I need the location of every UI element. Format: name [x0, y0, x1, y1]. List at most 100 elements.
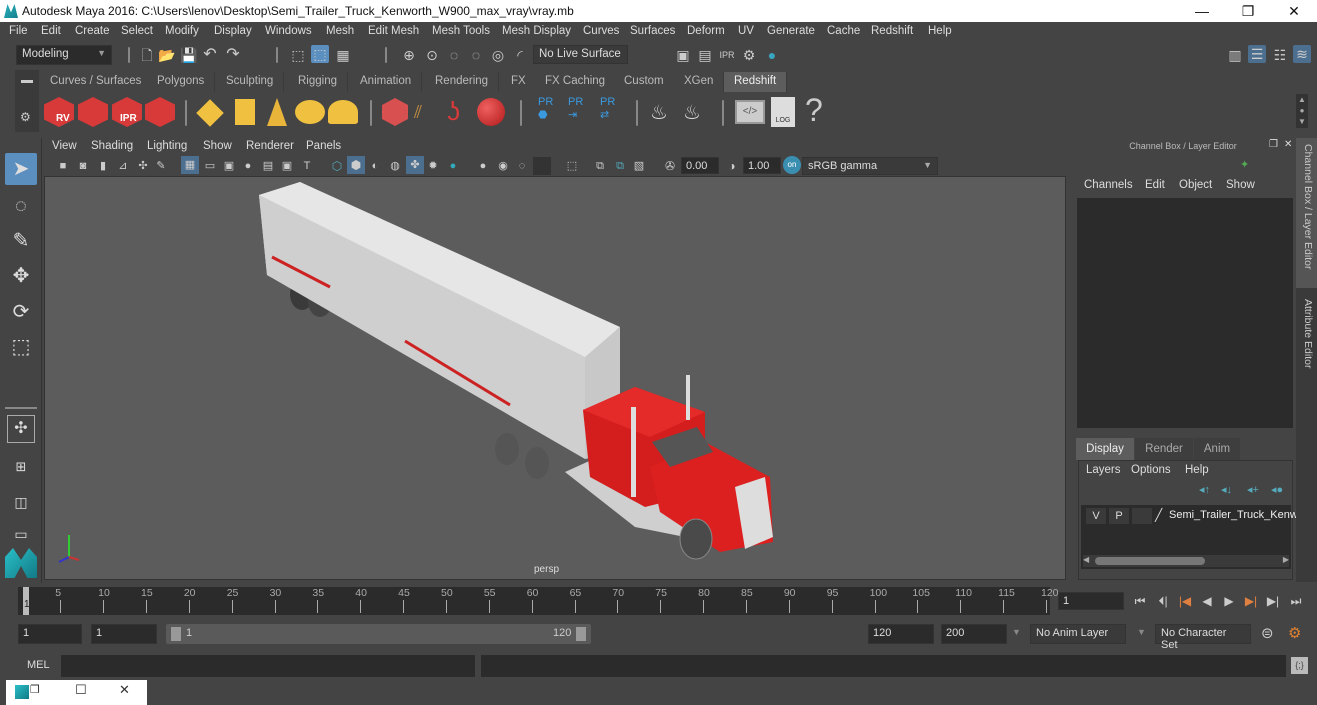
select-hierarchy-icon[interactable]: ⬚	[289, 46, 307, 64]
grid-toggle-icon[interactable]: ▦	[181, 156, 199, 174]
gamma-icon[interactable]: ◑	[723, 157, 741, 175]
menu-windows[interactable]: Windows	[265, 25, 312, 37]
float-panel-icon[interactable]: ❐	[1269, 139, 1278, 150]
range-start-handle[interactable]	[171, 627, 181, 641]
panel-menu-lighting[interactable]: Lighting	[147, 140, 187, 152]
layer-color-swatch[interactable]: ╱	[1155, 508, 1162, 522]
shelf-settings-gear-icon[interactable]: ⚙	[20, 110, 31, 124]
layer-playback-toggle[interactable]: P	[1109, 508, 1129, 524]
layer-display-type-toggle[interactable]	[1132, 508, 1152, 524]
script-editor-icon[interactable]: </>	[735, 100, 765, 124]
xray-icon[interactable]: ⬚	[563, 157, 581, 175]
shelf-tab-menu-icon[interactable]	[21, 80, 33, 83]
close-panel-icon[interactable]: ✕	[1284, 139, 1292, 150]
menu-file[interactable]: File	[9, 25, 28, 37]
layer-tab-render[interactable]: Render	[1135, 438, 1193, 460]
shelf-tab-xgen[interactable]: XGen	[674, 72, 725, 92]
layer-row[interactable]: V P ╱ Semi_Trailer_Truck_Kenw	[1084, 508, 1298, 526]
safe-action-icon[interactable]: ▣	[278, 157, 296, 175]
pr-swap-icon[interactable]: PR ⇄	[600, 96, 615, 121]
step-forward-frame-icon[interactable]: ▶|	[1264, 593, 1282, 609]
snap-live-icon[interactable]: ◎	[489, 46, 507, 64]
camera-select-icon[interactable]: ■	[54, 157, 72, 175]
range-slider[interactable]: 1 120	[166, 624, 591, 644]
bake-multiple-icon[interactable]: ♨	[650, 100, 668, 125]
cb-menu-edit[interactable]: Edit	[1145, 179, 1165, 191]
panel-menu-panels[interactable]: Panels	[306, 140, 341, 152]
single-perspective-layout-icon[interactable]: ✣	[7, 415, 35, 443]
use-all-lights-icon[interactable]: ✤	[406, 156, 424, 174]
gate-mask-icon[interactable]: ●	[239, 157, 257, 175]
rs-hair-icon[interactable]: ⫽	[414, 102, 422, 123]
menu-mesh[interactable]: Mesh	[326, 25, 354, 37]
go-to-end-icon[interactable]: ⏭	[1287, 593, 1305, 609]
anim-layer-dropdown[interactable]: No Anim Layer	[1030, 624, 1126, 644]
move-layer-down-icon[interactable]: ◂↓	[1221, 483, 1232, 496]
auto-key-icon[interactable]: ⊜	[1261, 624, 1274, 642]
shelf-tab-animation[interactable]: Animation	[350, 72, 423, 92]
select-component-icon[interactable]: ▦	[334, 46, 352, 64]
wireframe-icon[interactable]: ⬡	[328, 157, 346, 175]
scroll-thumb[interactable]	[1095, 557, 1205, 565]
new-layer-selected-icon[interactable]: ◂●	[1271, 483, 1283, 496]
live-surface-field[interactable]: No Live Surface	[533, 45, 628, 64]
play-forwards-icon[interactable]: ▶	[1220, 593, 1238, 609]
menu-set-dropdown[interactable]: Modeling ▼	[16, 45, 112, 65]
rs-spot-light-icon[interactable]	[267, 98, 287, 126]
shelf-scroll[interactable]: ▲ ● ▼	[1296, 94, 1308, 128]
xray-joints-icon[interactable]: ⧉	[591, 157, 609, 175]
gamma-field[interactable]: 1.00	[743, 157, 781, 174]
redshift-settings-icon[interactable]	[145, 97, 175, 127]
snap-point-icon[interactable]: ◌	[445, 46, 463, 64]
menu-edit-mesh[interactable]: Edit Mesh	[368, 25, 419, 37]
two-pane-layout-icon[interactable]: ◫	[5, 486, 37, 518]
motion-blur-icon[interactable]: ●	[474, 157, 492, 175]
channel-box-toggle-icon[interactable]: ≋	[1293, 45, 1311, 63]
menu-mesh-display[interactable]: Mesh Display	[502, 25, 571, 37]
animation-start-field[interactable]: 1	[18, 624, 82, 644]
save-scene-icon[interactable]: 💾	[180, 46, 198, 64]
layer-tab-display[interactable]: Display	[1076, 438, 1134, 460]
layer-name[interactable]: Semi_Trailer_Truck_Kenw	[1169, 509, 1298, 521]
menu-mesh-tools[interactable]: Mesh Tools	[432, 25, 490, 37]
hud-icon[interactable]: ▧	[630, 157, 648, 175]
play-backwards-icon[interactable]: ◀	[1198, 593, 1216, 609]
minimize-button[interactable]: —	[1179, 0, 1225, 22]
menu-help[interactable]: Help	[928, 25, 952, 37]
close-button[interactable]: ✕	[1271, 0, 1317, 22]
exposure-icon[interactable]: ✇	[661, 157, 679, 175]
shelf-tab-rigging[interactable]: Rigging	[288, 72, 348, 92]
paint-select-tool-icon[interactable]: ✎	[5, 225, 37, 257]
side-tab-attribute-editor[interactable]: Attribute Editor	[1296, 293, 1317, 393]
layer-menu-help[interactable]: Help	[1185, 464, 1209, 476]
isolate-select-icon[interactable]	[533, 157, 551, 175]
cb-menu-show[interactable]: Show	[1226, 179, 1255, 191]
smooth-shade-icon[interactable]: ⬢	[347, 156, 365, 174]
multisample-aa-icon[interactable]: ◉	[494, 157, 512, 175]
chevron-down-icon[interactable]: ▼	[1012, 627, 1021, 637]
grease-pencil-icon[interactable]: ✎	[152, 157, 170, 175]
shelf-tab-polygons[interactable]: Polygons	[147, 72, 216, 92]
four-view-layout-icon[interactable]: ⊞	[5, 451, 37, 483]
layer-visibility-toggle[interactable]: V	[1086, 508, 1106, 524]
rs-proxy-icon[interactable]	[382, 98, 408, 126]
field-chart-icon[interactable]: ▤	[259, 157, 277, 175]
layer-horizontal-scrollbar[interactable]: ◀ ▶	[1083, 555, 1289, 567]
menu-deform[interactable]: Deform	[687, 25, 725, 37]
shelf-tab-fx[interactable]: FX	[501, 72, 537, 92]
attribute-editor-toggle-icon[interactable]: ☰	[1248, 45, 1266, 63]
animation-end-field[interactable]: 200	[941, 624, 1007, 644]
lasso-tool-icon[interactable]: ◌	[5, 190, 37, 222]
rs-sun-sky-icon[interactable]	[328, 100, 358, 124]
tool-settings-icon[interactable]: ☷	[1271, 46, 1289, 64]
view-transform-dropdown[interactable]: sRGB gamma ▼	[802, 157, 938, 175]
menu-surfaces[interactable]: Surfaces	[630, 25, 675, 37]
scroll-left-icon[interactable]: ◀	[1083, 555, 1089, 564]
menu-curves[interactable]: Curves	[583, 25, 619, 37]
maximize-icon[interactable]: ☐	[75, 682, 87, 698]
playback-end-field[interactable]: 120	[868, 624, 934, 644]
perspective-viewport[interactable]: persp	[44, 176, 1066, 580]
rs-dome-light-icon[interactable]	[295, 100, 325, 124]
scroll-right-icon[interactable]: ▶	[1283, 555, 1289, 564]
ipr-render-icon[interactable]: IPR	[718, 46, 736, 64]
